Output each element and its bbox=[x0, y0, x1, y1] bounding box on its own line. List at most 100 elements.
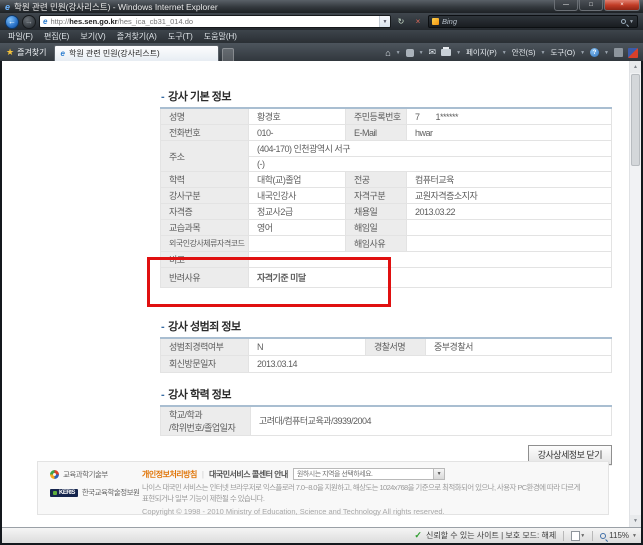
search-dropdown-icon[interactable]: ▼ bbox=[629, 19, 634, 25]
minimize-button[interactable]: — bbox=[554, 0, 578, 11]
print-icon[interactable] bbox=[441, 49, 451, 56]
maximize-button[interactable]: □ bbox=[579, 0, 603, 11]
crime-record-value: N bbox=[249, 338, 366, 355]
menu-favorites[interactable]: 즐겨찾기(A) bbox=[117, 31, 157, 42]
qualification-type-value: 교원자격증소지자 bbox=[407, 188, 612, 204]
favorites-button[interactable]: ★ 즐겨찾기 bbox=[0, 47, 54, 61]
page-dropdown-icon[interactable]: ▼ bbox=[502, 50, 507, 56]
major-value: 컴퓨터교육 bbox=[407, 172, 612, 188]
menu-edit[interactable]: 편집(E) bbox=[44, 31, 69, 42]
ie-favicon: e bbox=[5, 2, 10, 12]
name-value: 황경호 bbox=[249, 108, 346, 125]
print-dropdown-icon[interactable]: ▼ bbox=[456, 50, 461, 56]
page-menu[interactable]: 페이지(P) bbox=[466, 47, 497, 58]
forward-button[interactable]: → bbox=[22, 15, 36, 29]
security-status-text: 신뢰할 수 있는 사이트 | 보호 모드: 해제 bbox=[426, 530, 556, 541]
crime-record-label: 성범죄경력여부 bbox=[161, 338, 249, 355]
home-icon[interactable]: ⌂ bbox=[385, 48, 390, 58]
menu-tools[interactable]: 도구(T) bbox=[168, 31, 193, 42]
license-value: 정교사2급 bbox=[249, 204, 346, 220]
addon-icon[interactable] bbox=[614, 48, 623, 57]
safety-menu[interactable]: 안전(S) bbox=[512, 47, 536, 58]
section-title-crime-info: -강사 성범죄 정보 bbox=[161, 318, 612, 334]
site-footer: 교육과학기술부 KERIS 한국교육학술정보원 개인정보처리방침 | 대국민서비… bbox=[37, 461, 609, 515]
menu-view[interactable]: 보기(V) bbox=[80, 31, 105, 42]
academic-info-table: 학교/학과 /학위번호/졸업일자 고려대/컴퓨터교육과/3939/2004 bbox=[160, 405, 612, 436]
scroll-down-icon[interactable]: ▼ bbox=[630, 515, 641, 527]
phone-value: 010- bbox=[249, 125, 346, 141]
search-icon[interactable] bbox=[621, 19, 626, 24]
feed-dropdown-icon[interactable]: ▼ bbox=[419, 50, 424, 56]
address-line1-value: (404-170) 인천광역시 서구 bbox=[249, 141, 612, 157]
search-box[interactable]: Bing ▼ bbox=[428, 15, 638, 28]
close-button[interactable]: × bbox=[604, 0, 640, 11]
feed-icon[interactable] bbox=[406, 49, 414, 57]
zoom-control[interactable]: 115% ▼ bbox=[600, 531, 637, 540]
zoom-level-text: 115% bbox=[609, 531, 629, 540]
email-label: E-Mail bbox=[346, 125, 407, 141]
trusted-check-icon: ✓ bbox=[414, 530, 422, 541]
scrollbar-thumb[interactable] bbox=[631, 74, 640, 166]
tab-title: 학원 관련 민원(강사리스트) bbox=[69, 48, 160, 59]
address-line2-value: (-) bbox=[249, 157, 612, 172]
status-dropdown-icon[interactable]: ▼ bbox=[580, 533, 585, 539]
tab-active[interactable]: e 학원 관련 민원(강사리스트) bbox=[54, 45, 219, 61]
instructor-detail-form: -강사 기본 정보 성명 황경호 주민등록번호 7 1****** 전화번호 0… bbox=[160, 88, 612, 465]
menu-file[interactable]: 파일(F) bbox=[8, 31, 33, 42]
hire-date-value: 2013.03.22 bbox=[407, 204, 612, 220]
zoom-dropdown-icon[interactable]: ▼ bbox=[632, 533, 637, 539]
vertical-scrollbar[interactable]: ▲ ▼ bbox=[629, 61, 641, 527]
crime-info-table: 성범죄경력여부 N 경찰서명 중부경찰서 회신방문일자 2013.03.14 bbox=[160, 337, 612, 373]
star-icon: ★ bbox=[6, 47, 14, 58]
new-tab-button[interactable] bbox=[222, 48, 234, 61]
remark-label: 비고 bbox=[161, 252, 249, 268]
help-icon[interactable]: ? bbox=[590, 48, 599, 57]
compatibility-page-icon[interactable] bbox=[571, 531, 580, 541]
tools-menu[interactable]: 도구(O) bbox=[550, 47, 575, 58]
region-select[interactable]: 원하시는 지역을 선택하세요. ▼ bbox=[293, 468, 445, 480]
hire-date-label: 채용일 bbox=[346, 204, 407, 220]
dismissal-reason-value bbox=[407, 236, 612, 252]
basic-info-table: 성명 황경호 주민등록번호 7 1****** 전화번호 010- E-Mail… bbox=[160, 107, 612, 288]
ie-page-icon: e bbox=[43, 17, 47, 26]
tools-dropdown-icon[interactable]: ▼ bbox=[580, 50, 585, 56]
browser-window: e 학원 관련 민원(강사리스트) - Windows Internet Exp… bbox=[0, 0, 643, 545]
tab-favicon: e bbox=[61, 49, 65, 58]
reply-date-value: 2013.03.14 bbox=[249, 355, 612, 372]
back-button[interactable]: ← bbox=[5, 15, 19, 29]
name-label: 성명 bbox=[161, 108, 249, 125]
page-viewport: -강사 기본 정보 성명 황경호 주민등록번호 7 1****** 전화번호 0… bbox=[2, 61, 641, 527]
instructor-type-value: 내국인강사 bbox=[249, 188, 346, 204]
command-bar: ⌂ ▼ ▼ ✉ ▼ 페이지(P) ▼ 안전(S) ▼ 도구(O) ▼ ? ▼ bbox=[385, 47, 643, 61]
browser-notice: 나이스 대국민 서비스는 인터넷 브라우저로 익스플로러 7.0~8.0을 지원… bbox=[142, 483, 600, 504]
privacy-policy-link[interactable]: 개인정보처리방침 bbox=[142, 469, 197, 480]
help-dropdown-icon[interactable]: ▼ bbox=[604, 50, 609, 56]
safety-dropdown-icon[interactable]: ▼ bbox=[541, 50, 546, 56]
stop-button[interactable]: × bbox=[411, 15, 425, 28]
qualification-type-label: 자격구분 bbox=[346, 188, 407, 204]
remark-value bbox=[249, 252, 612, 268]
mail-icon[interactable]: ✉ bbox=[429, 47, 437, 58]
address-bar[interactable]: e http://hes.sen.go.kr/hes_ica_cb31_014.… bbox=[39, 15, 391, 28]
ministry-logo-icon bbox=[50, 470, 59, 479]
refresh-button[interactable]: ↻ bbox=[394, 15, 408, 28]
home-dropdown-icon[interactable]: ▼ bbox=[396, 50, 401, 56]
subject-value: 영어 bbox=[249, 220, 346, 236]
addon-colored-icon[interactable] bbox=[628, 48, 638, 58]
address-dropdown-icon[interactable]: ▼ bbox=[379, 16, 390, 27]
menu-bar: 파일(F) 편집(E) 보기(V) 즐겨찾기(A) 도구(T) 도움말(H) bbox=[0, 30, 643, 43]
education-level-value: 대학(교)졸업 bbox=[249, 172, 346, 188]
ministry-logo: 교육과학기술부 bbox=[50, 469, 142, 480]
section-title-academic-info: -강사 학력 정보 bbox=[161, 386, 612, 402]
status-bar: ✓ 신뢰할 수 있는 사이트 | 보호 모드: 해제 ▼ 115% ▼ bbox=[2, 527, 641, 543]
rrn-label: 주민등록번호 bbox=[346, 108, 407, 125]
menu-help[interactable]: 도움말(H) bbox=[204, 31, 237, 42]
region-select-dropdown-icon: ▼ bbox=[433, 469, 444, 479]
dismissal-date-label: 해임일 bbox=[346, 220, 407, 236]
dismissal-date-value bbox=[407, 220, 612, 236]
address-label: 주소 bbox=[161, 141, 249, 172]
scroll-up-icon[interactable]: ▲ bbox=[630, 61, 641, 73]
section-dash-icon: - bbox=[161, 389, 164, 401]
school-value: 고려대/컴퓨터교육과/3939/2004 bbox=[251, 406, 612, 436]
reply-date-label: 회신방문일자 bbox=[161, 355, 249, 372]
